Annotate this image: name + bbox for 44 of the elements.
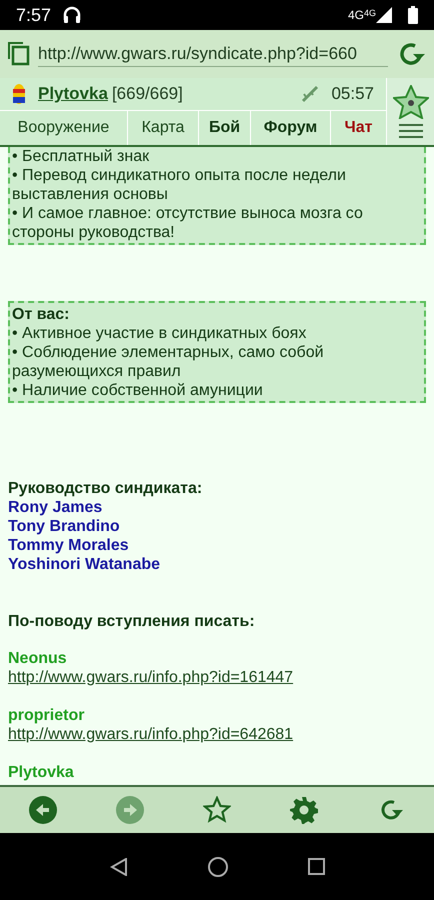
nav-tab[interactable]: Форум	[251, 111, 331, 145]
member-link[interactable]: Tommy Morales	[8, 536, 129, 555]
section-heading: По-поводу вступления писать:	[8, 612, 256, 631]
list-item: • Бесплатный знак	[12, 147, 150, 166]
nav-tab[interactable]: Вооружение	[0, 111, 128, 145]
member-link[interactable]: Rony James	[8, 498, 102, 517]
headphones-icon	[63, 6, 82, 24]
url-field[interactable]: http://www.gwars.ru/syndicate.php?id=660	[38, 40, 388, 68]
nav-tab[interactable]: Бой	[199, 111, 251, 145]
star-icon[interactable]	[202, 796, 231, 824]
member-link[interactable]: Yoshinori Watanabe	[8, 555, 160, 574]
contact-name: Plytovka	[8, 763, 74, 782]
list-item: • Наличие собственной амуниции	[12, 381, 264, 400]
back-icon[interactable]	[29, 796, 58, 824]
profile-link[interactable]: http://www.gwars.ru/info.php?id=161447	[8, 668, 294, 687]
profile-link[interactable]: http://www.gwars.ru/info.php?id=642681	[8, 725, 294, 744]
tabs-icon[interactable]	[8, 42, 30, 66]
list-item: • Активное участие в синдикатных боях	[12, 324, 308, 343]
member-link[interactable]: Tony Brandino	[8, 517, 120, 536]
player-link[interactable]: Plytovka	[38, 81, 108, 107]
flag-icon	[12, 83, 26, 105]
home-icon[interactable]	[208, 856, 228, 876]
network-label: 4G	[364, 7, 376, 20]
hp-label: [669/669]	[112, 83, 183, 106]
panel-heading: От вас:	[12, 305, 70, 324]
game-clock: 05:57	[331, 83, 374, 106]
contact-name: proprietor	[8, 706, 84, 725]
recents-icon[interactable]	[308, 858, 324, 875]
network-label: 4G	[348, 7, 364, 24]
nav-tab[interactable]: Чат	[331, 111, 386, 145]
signal-icon	[376, 7, 392, 23]
star-icon[interactable]	[392, 84, 428, 118]
rifle-icon	[301, 85, 320, 103]
settings-icon[interactable]	[290, 796, 318, 824]
contact-name: Neonus	[8, 649, 67, 668]
menu-icon[interactable]	[398, 122, 422, 138]
nav-tab[interactable]: Карта	[128, 111, 199, 145]
section-heading: Руководство синдиката:	[8, 479, 204, 498]
list-item: • И самое главное: отсутствие выноса мозга со стороны руководства!	[12, 204, 364, 242]
back-icon[interactable]	[110, 858, 128, 876]
list-item: • Перевод синдикатного опыта после недели выставления основы	[12, 166, 347, 204]
list-item: • Соблюдение элементарных, само собой разумеющихся правил	[12, 343, 325, 381]
clock: 7:57	[16, 4, 52, 26]
battery-icon	[408, 6, 418, 24]
